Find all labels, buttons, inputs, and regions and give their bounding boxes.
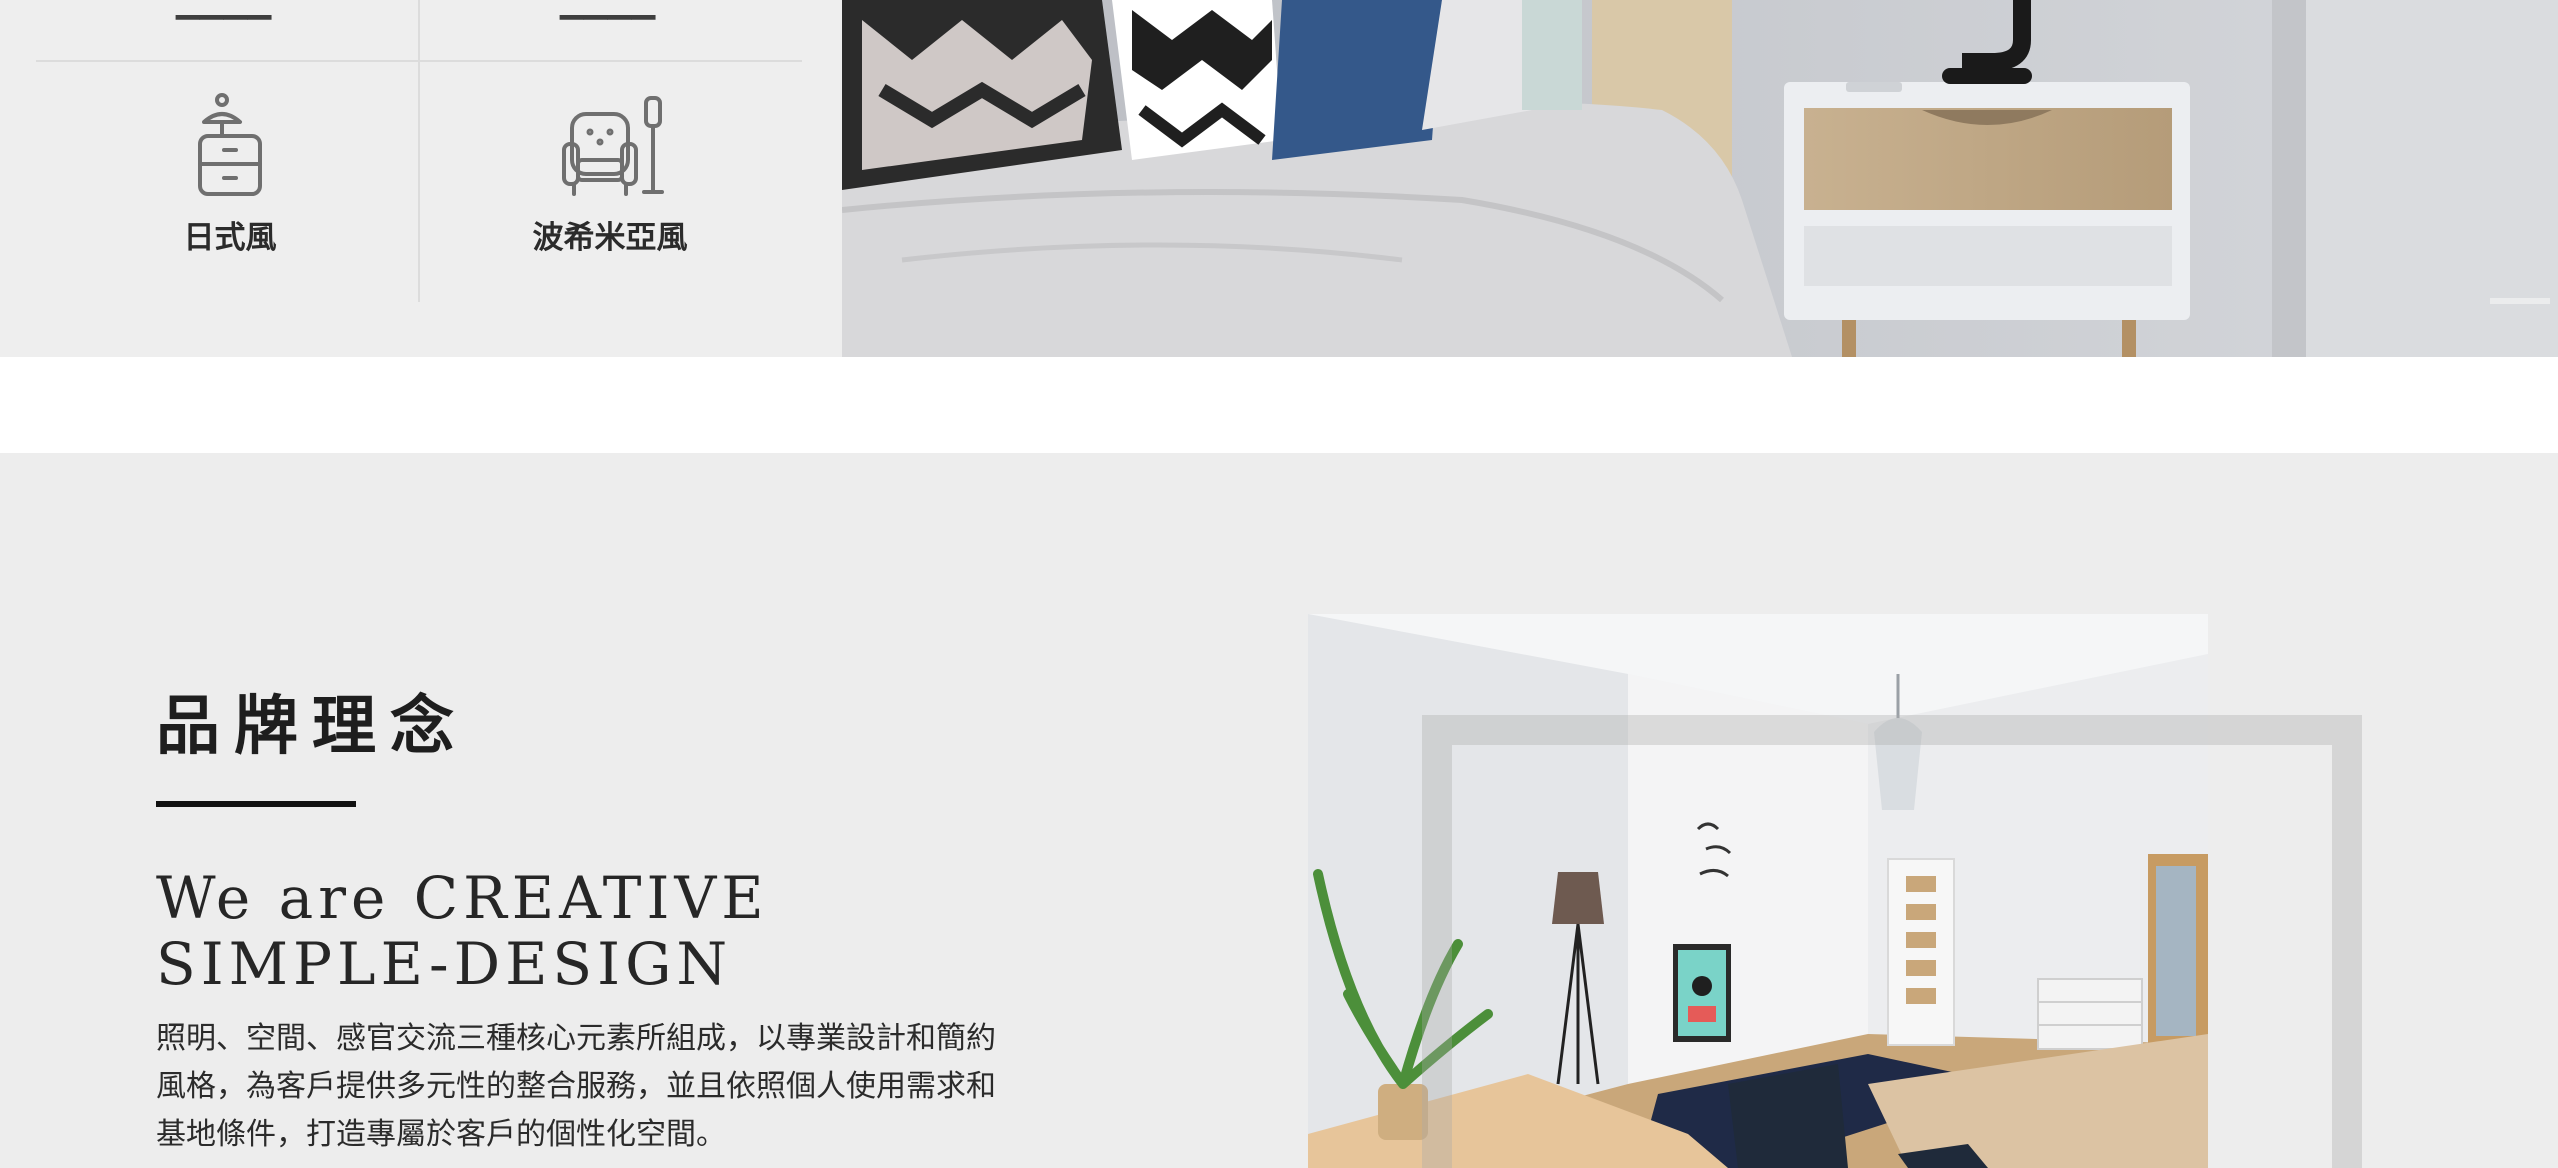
brand-description-line-3: 基地條件，打造專屬於客戶的個性化空間。	[156, 1117, 726, 1152]
title-underline	[156, 801, 356, 807]
brand-description-line-2: 風格，為客戶提供多元性的整合服務，並且依照個人使用需求和	[156, 1069, 996, 1104]
cut-off-label-left: ▁▁▁▁	[176, 0, 272, 20]
brand-subtitle: We are CREATIVE SIMPLE-DESIGN	[156, 865, 769, 997]
armchair-floor-lamp-icon	[562, 96, 664, 196]
brand-title: 品牌理念	[156, 690, 468, 764]
slider-dot-1[interactable]	[2490, 298, 2550, 304]
brand-description: 照明、空間、感官交流三種核心元素所組成，以專業設計和簡約 風格，為客戶提供多元性…	[156, 1015, 1076, 1159]
bedroom-illustration	[842, 0, 2558, 357]
grid-divider-vertical	[418, 0, 420, 302]
style-label-japanese: 日式風	[183, 220, 277, 256]
bedroom-photo	[842, 0, 2558, 357]
living-room-photo: ​	[1308, 614, 2208, 1168]
brand-subtitle-line-2: SIMPLE-DESIGN	[156, 930, 733, 998]
slider-dots	[2490, 298, 2558, 304]
brand-subtitle-line-1: We are CREATIVE	[156, 864, 769, 932]
style-label-bohemian: 波希米亞風	[532, 220, 688, 256]
cut-off-label-right: ▁▁▁▁	[560, 0, 656, 20]
styles-section: ▁▁▁▁ ▁▁▁▁ 日式風 波希米亞風	[0, 0, 2558, 357]
brand-philosophy-section: 品牌理念 We are CREATIVE SIMPLE-DESIGN 照明、空間…	[0, 453, 2558, 1168]
style-category-grid: ▁▁▁▁ ▁▁▁▁ 日式風 波希米亞風	[0, 0, 842, 357]
room-illustration: ​	[1308, 614, 2208, 1168]
brand-description-line-1: 照明、空間、感官交流三種核心元素所組成，以專業設計和簡約	[156, 1021, 996, 1056]
dresser-lamp-icon	[198, 93, 262, 196]
